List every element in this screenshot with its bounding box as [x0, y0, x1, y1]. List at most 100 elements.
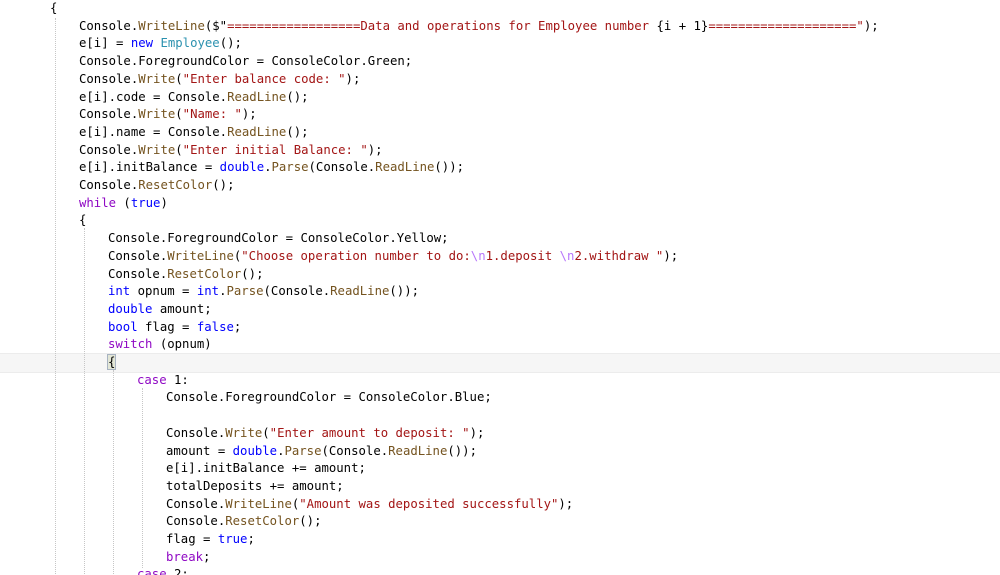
indent-guide — [84, 228, 85, 575]
code-token: true — [217, 532, 248, 546]
code-token: Console. — [166, 496, 226, 511]
code-token: . — [264, 160, 272, 175]
code-line[interactable]: Console.WriteLine("Choose operation numb… — [108, 247, 678, 265]
code-token: WriteLine — [225, 496, 292, 511]
code-token: Console. — [79, 178, 139, 192]
indent-guide — [113, 370, 114, 575]
code-token: e[i] = — [79, 36, 131, 51]
code-line[interactable]: Console.Write("Enter balance code: "); — [79, 70, 360, 88]
code-token: Write — [225, 425, 263, 440]
code-token: (); — [241, 266, 264, 281]
code-token: ( — [175, 142, 183, 157]
code-token: \n — [470, 248, 486, 263]
code-token: amount = — [166, 443, 233, 458]
code-token: ($" — [204, 18, 228, 33]
code-line[interactable]: amount = double.Parse(Console.ReadLine()… — [166, 442, 477, 460]
code-token: ( — [175, 107, 183, 122]
code-token: int — [108, 284, 131, 299]
code-line[interactable]: Console.Write("Name: "); — [79, 105, 257, 123]
code-line[interactable]: Console.ResetColor(); — [166, 512, 322, 530]
code-token: ; — [203, 549, 211, 564]
code-token: Console. — [108, 248, 168, 263]
code-token: ); — [367, 142, 383, 157]
code-token: e[i].initBalance += amount; — [166, 461, 366, 476]
code-token: e[i].name = Console. — [79, 124, 228, 139]
code-token: opnum = — [130, 284, 197, 299]
code-token: ReadLine — [227, 89, 287, 104]
code-token: ResetColor — [138, 178, 213, 192]
code-token: ==================Data and operations fo… — [227, 18, 657, 33]
code-token: {i + 1} — [656, 18, 709, 33]
code-line[interactable]: Console.WriteLine("Amount was deposited … — [166, 495, 573, 513]
code-line[interactable]: Console.Write("Enter amount to deposit: … — [166, 424, 484, 442]
code-token: 1.deposit — [485, 248, 560, 263]
code-line[interactable]: int opnum = int.Parse(Console.ReadLine()… — [108, 282, 419, 300]
code-token: flag = — [137, 319, 197, 334]
code-token: break — [166, 549, 204, 564]
code-line[interactable]: { — [106, 353, 117, 371]
code-token: Console. — [108, 266, 168, 281]
code-token: (); — [212, 178, 235, 192]
code-token: ); — [241, 107, 257, 122]
code-line[interactable]: Console.Write("Enter initial Balance: ")… — [79, 141, 383, 159]
code-line[interactable]: Console.ForegroundColor = ConsoleColor.Y… — [108, 229, 449, 247]
code-token: (); — [286, 89, 309, 104]
code-line[interactable]: e[i] = new Employee(); — [79, 34, 242, 52]
code-line[interactable]: Console.ForegroundColor = ConsoleColor.G… — [79, 52, 412, 70]
code-token: amount; — [152, 301, 212, 316]
code-token: ResetColor — [167, 266, 242, 281]
code-line[interactable]: Console.ForegroundColor = ConsoleColor.B… — [166, 388, 492, 406]
code-line[interactable]: { — [79, 211, 86, 229]
code-token: WriteLine — [167, 248, 234, 263]
code-line[interactable]: while (true) — [79, 194, 168, 212]
code-line[interactable]: Console.WriteLine($"==================Da… — [79, 17, 879, 35]
code-token: Console. — [79, 71, 139, 86]
code-line[interactable]: switch (opnum) — [108, 335, 212, 353]
code-line[interactable]: bool flag = false; — [108, 318, 241, 336]
indent-guide — [55, 18, 56, 575]
code-token: ( — [175, 71, 183, 86]
code-line[interactable]: e[i].code = Console.ReadLine(); — [79, 88, 309, 106]
code-token: new — [130, 36, 154, 51]
code-token: ()); — [447, 443, 477, 458]
code-token: ResetColor — [225, 514, 300, 529]
code-line[interactable]: { — [50, 0, 57, 17]
code-token: (); — [219, 36, 242, 51]
code-token: { — [50, 1, 58, 15]
code-token: double — [219, 160, 265, 175]
code-line[interactable]: Console.ResetColor(); — [108, 265, 264, 283]
code-line[interactable]: Console.ResetColor(); — [79, 176, 235, 194]
code-token: double — [232, 443, 278, 458]
code-token: ); — [558, 496, 574, 511]
code-line[interactable]: break; — [166, 548, 210, 566]
code-token: ( — [262, 425, 270, 440]
code-token: "Amount was deposited successfully" — [299, 496, 559, 511]
code-token: "Enter amount to deposit: " — [269, 425, 470, 440]
code-line[interactable]: case 2: — [137, 565, 189, 575]
code-token: "Enter initial Balance: " — [182, 142, 368, 157]
code-token: (Console. — [308, 160, 376, 175]
code-token: Parse — [226, 284, 264, 299]
code-token: false — [196, 319, 234, 334]
code-token: Write — [138, 107, 176, 122]
code-token: e[i].initBalance = — [79, 160, 220, 175]
code-editor[interactable]: {Console.WriteLine($"==================D… — [0, 0, 1000, 575]
code-line[interactable]: case 1: — [137, 371, 189, 389]
code-token: (); — [286, 124, 309, 139]
code-token: WriteLine — [138, 18, 205, 33]
code-token: Console. — [79, 142, 139, 157]
code-token: Console.ForegroundColor = ConsoleColor.G… — [79, 54, 413, 69]
code-token: 2: — [166, 567, 189, 575]
code-token: flag = — [166, 532, 218, 546]
code-token: { — [106, 354, 117, 370]
code-token: Console. — [166, 514, 226, 529]
code-token: ReadLine — [330, 284, 390, 299]
code-line[interactable]: e[i].initBalance = double.Parse(Console.… — [79, 158, 464, 176]
code-line[interactable]: flag = true; — [166, 530, 255, 548]
code-line[interactable]: e[i].initBalance += amount; — [166, 459, 366, 477]
code-line[interactable]: totalDeposits += amount; — [166, 477, 344, 495]
code-token: switch — [108, 337, 153, 352]
code-token: case — [137, 567, 167, 575]
code-line[interactable]: double amount; — [108, 300, 212, 318]
code-line[interactable]: e[i].name = Console.ReadLine(); — [79, 123, 309, 141]
